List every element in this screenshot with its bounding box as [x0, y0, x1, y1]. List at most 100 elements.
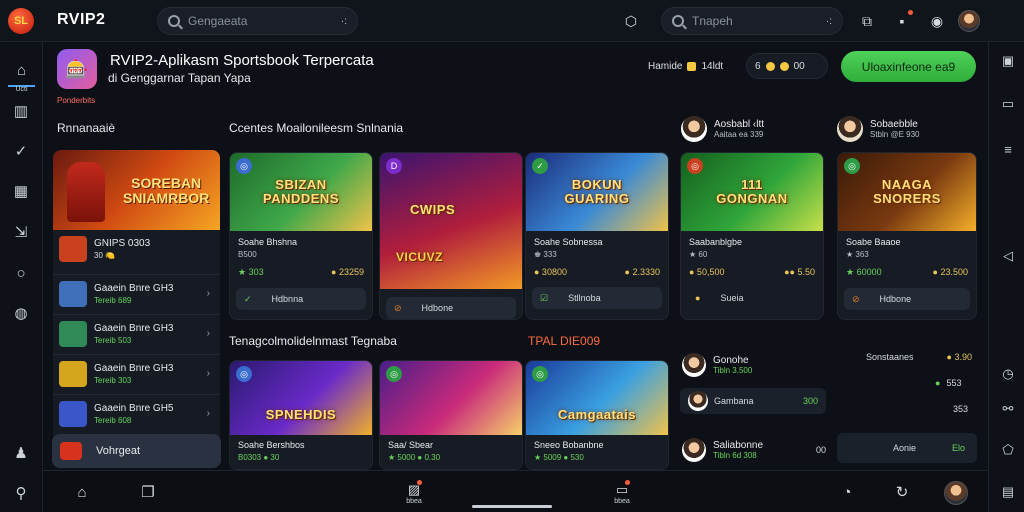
card-button[interactable]: ⊘ Hdbone	[844, 288, 970, 310]
game-card[interactable]: ◎ 111 GONGNAN Saabanblgbe ★ 60 ● 50,500 ●…	[680, 152, 824, 320]
home-icon[interactable]: ⌂	[73, 483, 91, 501]
compass-icon[interactable]: ◔	[838, 483, 856, 501]
brand-name: RVIP2	[57, 11, 106, 28]
user-avatar[interactable]	[958, 10, 980, 32]
list-item[interactable]: Gaaein Bnre GH3 Tereib 503 ›	[53, 314, 220, 352]
game-card[interactable]: ◎ Saa/ Sbear ★ 5000 ● 0.30	[379, 360, 523, 470]
section-title-red: TPAL DIE009	[528, 334, 601, 348]
check-circle-icon[interactable]: ✓	[8, 138, 34, 164]
refresh-icon[interactable]: ↻	[893, 483, 911, 501]
coin-icon	[687, 61, 697, 71]
leaderboard-row[interactable]: Gonohe Tibln 3.500	[682, 353, 752, 377]
card-image: ◎ 111 GONGNAN	[681, 153, 823, 231]
featured-user[interactable]: Sobaebble Stbln @E 930	[837, 116, 919, 142]
card-sub: ★ 60	[689, 250, 708, 259]
leaderboard-row[interactable]: Gambana 300	[680, 388, 826, 414]
card-button[interactable]: ☑ Stllnoba	[532, 287, 662, 309]
section-title-left: Rnnanaaiè	[57, 121, 116, 135]
circle-icon[interactable]: ○	[8, 260, 34, 286]
settings-icon[interactable]: ◉	[928, 12, 946, 30]
stat-value: 353	[953, 404, 969, 414]
bell-icon[interactable]: ♟	[8, 440, 34, 466]
card-button-label: Hdbone	[421, 303, 454, 313]
search-input[interactable]: Gengaeata ·:	[157, 7, 358, 35]
chat-tab[interactable]: ▭ bbea	[613, 479, 631, 506]
chevron-right-icon: ›	[206, 408, 210, 419]
game-card[interactable]: ◎ SBIZAN PANDDENS Soahe Bhshna B500 ★ 30…	[229, 152, 373, 320]
card-button[interactable]: ⊘ Hdbone	[386, 297, 516, 319]
stat-label: Sonstaanes	[866, 352, 914, 362]
card-button[interactable]: ✓ Hdbnna	[236, 288, 366, 310]
bottom-list-button[interactable]: Vohrgeat	[52, 434, 221, 468]
home-indicator[interactable]	[472, 505, 552, 508]
card-image: ◎ NAAGA SNORERS	[838, 153, 976, 231]
game-card[interactable]: D CWIPS VICUVZ ⊘ Hdbone	[379, 152, 523, 320]
card-name: VICUVZ	[396, 250, 444, 264]
window-icon[interactable]: ▣	[1000, 53, 1016, 69]
card-name: Saa/ Sbear	[388, 440, 434, 450]
notification-icon[interactable]: ▪	[893, 10, 913, 30]
game-card[interactable]: ✓ BOKUN GUARING Soahe Sobnessa ♚ 333 ● 3…	[525, 152, 669, 320]
share-icon[interactable]: ⧉	[858, 12, 876, 30]
action-button[interactable]: Aonie Elo	[837, 433, 977, 463]
list-item[interactable]: GNIPS 0303 30 🍋	[53, 230, 220, 268]
card-button-label: Stllnoba	[568, 293, 601, 303]
game-card[interactable]: ◎ NAAGA SNORERS Soabe Baaoe ★ 363 ★ 6000…	[837, 152, 977, 320]
section-title-middle: Ccentes Moailonileesm Snlnania	[229, 121, 404, 135]
card-sub: ♚ 333	[534, 250, 557, 259]
list-item-sub: Tereib 689	[94, 295, 132, 305]
grid-icon[interactable]: ▦	[8, 178, 34, 204]
tag-icon[interactable]: ⬠	[1000, 442, 1016, 458]
list-item[interactable]: Gaaein Bnre GH3 Tereib 689 ›	[53, 274, 220, 312]
stop-icon: ⊘	[852, 293, 860, 304]
back-icon[interactable]: ◁	[1000, 248, 1016, 264]
list-item[interactable]: Gaaein Bnre GH3 Tereib 303 ›	[53, 354, 220, 392]
list-item-sub: Tereib 303	[94, 375, 132, 385]
featured-user[interactable]: Aosbabl ‹ltt Aaitaa ea 339	[681, 116, 764, 142]
card-badge-icon: ◎	[386, 366, 402, 382]
compass-icon[interactable]: ◍	[8, 300, 34, 326]
display-icon[interactable]: ▤	[1000, 484, 1016, 500]
card-image: ◎ SBIZAN PANDDENS	[230, 153, 372, 231]
link-icon[interactable]: ⚯	[1000, 401, 1016, 417]
user-avatar	[837, 116, 863, 142]
stat-pill-2: 6 00	[746, 53, 828, 79]
app-title: RVIP2-Aplikasm Sportsbook Terpercata	[110, 52, 374, 69]
game-card[interactable]: ◎ SPNEHDIS Soahe Bershbos B0303 ● 30	[229, 360, 373, 470]
card-sub: B500	[238, 250, 257, 259]
search-icon[interactable]: ⚲	[8, 480, 34, 506]
comment-icon[interactable]: ▭	[1000, 96, 1016, 112]
user-sub: Aaitaa ea 339	[714, 130, 764, 139]
card-sub: ★ 5000 ● 0.30	[388, 453, 441, 462]
app-tag: Ponderbits	[57, 96, 96, 105]
player-figure	[67, 162, 105, 222]
list-hero-banner[interactable]: SOREBAN SNIAMRBOR	[53, 150, 220, 230]
list-item[interactable]: Gaaein Bnre GH5 Tereib 608 ›	[53, 394, 220, 432]
list-item-name: Gaaein Bnre GH3	[94, 282, 174, 294]
card-name: Soahe Bershbos	[238, 440, 305, 450]
search-input-secondary[interactable]: Tnapeh ·:	[661, 7, 843, 35]
building-icon[interactable]: ▥	[8, 98, 34, 124]
search-placeholder-secondary: Tnapeh	[692, 14, 733, 28]
rail-home[interactable]: ⌂ Ucti	[8, 55, 35, 93]
history-icon[interactable]: ◷	[1000, 366, 1016, 382]
profile-avatar[interactable]	[944, 481, 968, 505]
card-button[interactable]: ● Sueia	[687, 287, 817, 309]
game-icon	[60, 442, 82, 460]
export-icon[interactable]: ⇲	[8, 219, 34, 245]
game-card[interactable]: ◎ Camgaatais Sneeo Bobanbne ★ 5009 ● 530	[525, 360, 669, 470]
download-button[interactable]: Uloaxinfeone ea9	[841, 51, 976, 82]
leaderboard-row[interactable]: Saliabonne Tibln 6d 308 00	[682, 438, 826, 462]
stat-label: Hamide	[648, 60, 683, 72]
image-icon: ▨	[407, 479, 423, 497]
stat-value: 00	[793, 60, 805, 72]
logo-icon[interactable]: SL	[8, 8, 34, 34]
shield-icon[interactable]: ⬡	[622, 12, 640, 30]
card-stat-right: ● 23.500	[932, 267, 968, 277]
search-placeholder: Gengaeata	[188, 14, 248, 28]
menu-icon[interactable]: ≡	[1000, 141, 1016, 157]
gallery-tab[interactable]: ▨ bbea	[405, 479, 423, 506]
tabs-icon[interactable]: ❐	[139, 483, 157, 501]
card-stat-left: ★ 60000	[846, 267, 882, 277]
list-thumb	[59, 320, 87, 347]
